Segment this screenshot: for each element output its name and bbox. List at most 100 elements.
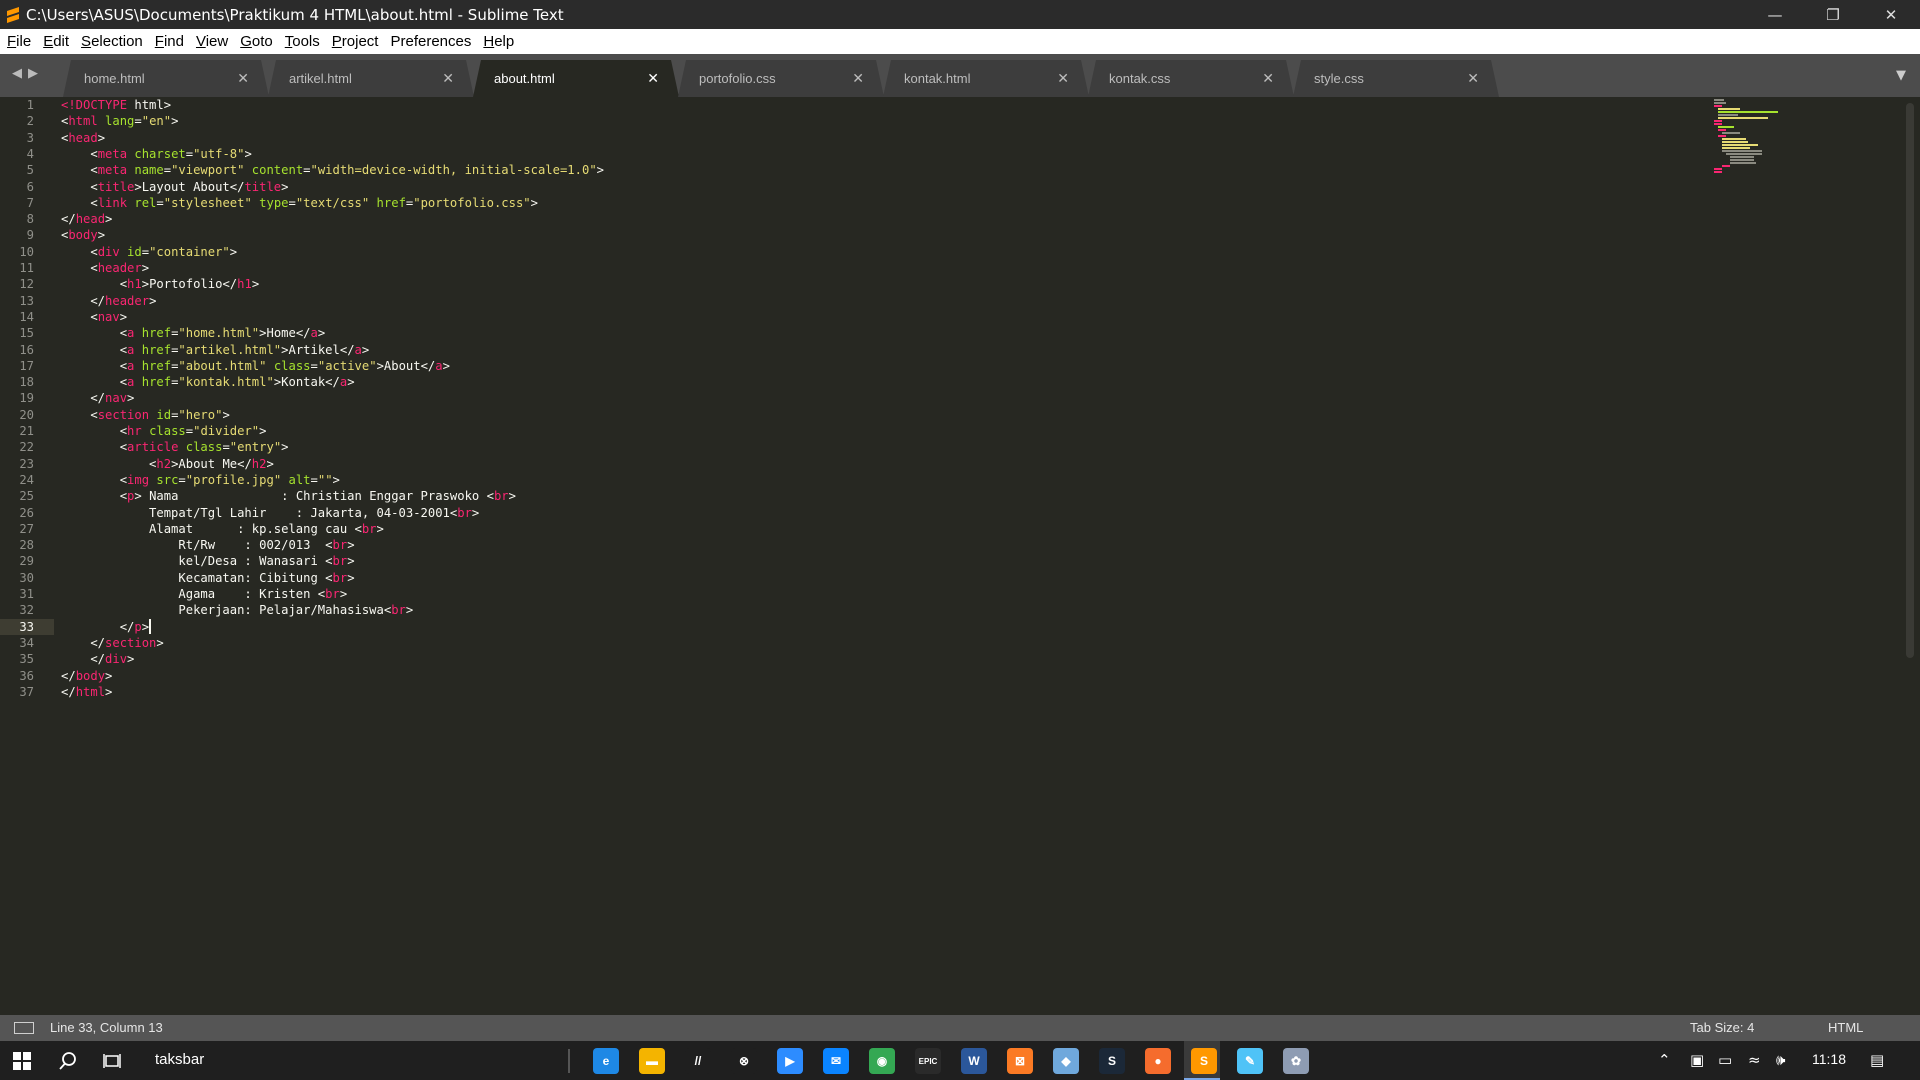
code-line[interactable]: Tempat/Tgl Lahir : Jakarta, 04-03-2001<b… bbox=[61, 505, 479, 521]
code-line[interactable]: </head> bbox=[61, 211, 112, 227]
menu-project[interactable]: Project bbox=[327, 33, 386, 50]
tab-nav-arrows-icon[interactable]: ◀▶ bbox=[12, 66, 44, 81]
close-tab-icon[interactable]: ✕ bbox=[852, 70, 864, 87]
task-view-icon[interactable] bbox=[92, 1041, 132, 1080]
zoom-icon[interactable]: ▶ bbox=[777, 1048, 803, 1074]
code-line[interactable]: Pekerjaan: Pelajar/Mahasiswa<br> bbox=[61, 602, 413, 618]
search-icon[interactable] bbox=[48, 1041, 88, 1080]
pen-app-icon[interactable]: // bbox=[685, 1048, 711, 1074]
close-tab-icon[interactable]: ✕ bbox=[1262, 70, 1274, 87]
tab-style-css[interactable]: style.css ✕ bbox=[1293, 60, 1499, 97]
code-line[interactable]: <a href="artikel.html">Artikel</a> bbox=[61, 342, 370, 358]
code-line[interactable]: Agama : Kristen <br> bbox=[61, 586, 347, 602]
tab-size-selector[interactable]: Tab Size: 4 bbox=[1690, 1020, 1754, 1035]
menu-goto[interactable]: Goto bbox=[235, 33, 280, 50]
edge-icon[interactable]: e bbox=[593, 1048, 619, 1074]
code-line[interactable]: <meta charset="utf-8"> bbox=[61, 146, 251, 162]
sublime-text-icon[interactable]: S bbox=[1191, 1048, 1217, 1074]
code-line[interactable]: <a href="about.html" class="active">Abou… bbox=[61, 358, 450, 374]
code-line[interactable]: <h1>Portofolio</h1> bbox=[61, 276, 259, 292]
origin-icon[interactable]: ● bbox=[1145, 1048, 1171, 1074]
minimap[interactable] bbox=[1712, 97, 1912, 197]
epic-games-icon[interactable]: EPIC bbox=[915, 1048, 941, 1074]
code-line[interactable]: <nav> bbox=[61, 309, 127, 325]
code-line[interactable]: <head> bbox=[61, 130, 105, 146]
menu-tools[interactable]: Tools bbox=[280, 33, 327, 50]
code-line[interactable]: <h2>About Me</h2> bbox=[61, 456, 274, 472]
syntax-selector[interactable]: HTML bbox=[1828, 1020, 1863, 1035]
code-line[interactable]: <section id="hero"> bbox=[61, 407, 229, 423]
code-line[interactable]: </section> bbox=[61, 635, 163, 651]
menu-file[interactable]: File bbox=[2, 33, 38, 50]
code-line[interactable]: </body> bbox=[61, 668, 112, 684]
tab-kontak-html[interactable]: kontak.html ✕ bbox=[883, 60, 1089, 97]
restore-button[interactable]: ❐ bbox=[1804, 0, 1862, 29]
close-tab-icon[interactable]: ✕ bbox=[237, 70, 249, 87]
code-line[interactable]: </header> bbox=[61, 293, 156, 309]
tab-list-dropdown-icon[interactable]: ▼ bbox=[1896, 68, 1906, 83]
code-line[interactable]: <link rel="stylesheet" type="text/css" h… bbox=[61, 195, 538, 211]
code-line[interactable]: </nav> bbox=[61, 390, 134, 406]
code-line[interactable]: <p> Nama : Christian Enggar Praswoko <br… bbox=[61, 488, 516, 504]
notepad-icon[interactable]: ✎ bbox=[1237, 1048, 1263, 1074]
code-line[interactable]: </html> bbox=[61, 684, 112, 700]
code-line[interactable]: Kecamatan: Cibitung <br> bbox=[61, 570, 354, 586]
menu-view[interactable]: View bbox=[191, 33, 235, 50]
menu-preferences[interactable]: Preferences bbox=[385, 33, 478, 50]
steam-icon[interactable]: S bbox=[1099, 1048, 1125, 1074]
virtualbox-icon[interactable]: ◆ bbox=[1053, 1048, 1079, 1074]
code-line[interactable]: <a href="kontak.html">Kontak</a> bbox=[61, 374, 355, 390]
wifi-icon[interactable]: ≈ bbox=[1748, 1051, 1761, 1069]
vertical-scrollbar[interactable] bbox=[1906, 103, 1914, 658]
code-line[interactable]: Alamat : kp.selang cau <br> bbox=[61, 521, 384, 537]
start-button[interactable] bbox=[0, 1041, 44, 1080]
notifications-icon[interactable]: ▤ bbox=[1870, 1051, 1884, 1069]
menu-find[interactable]: Find bbox=[150, 33, 191, 50]
code-line[interactable]: <article class="entry"> bbox=[61, 439, 289, 455]
code-line[interactable]: <a href="home.html">Home</a> bbox=[61, 325, 326, 341]
code-line[interactable]: <meta name="viewport" content="width=dev… bbox=[61, 162, 604, 178]
code-line[interactable]: <div id="container"> bbox=[61, 244, 237, 260]
menu-edit[interactable]: Edit bbox=[38, 33, 76, 50]
xbox-icon[interactable]: ⊗ bbox=[731, 1048, 757, 1074]
code-line[interactable]: <html lang="en"> bbox=[61, 113, 178, 129]
paint-icon[interactable]: ✿ bbox=[1283, 1048, 1309, 1074]
tab-kontak-css[interactable]: kontak.css ✕ bbox=[1088, 60, 1294, 97]
volume-icon[interactable]: 🕪 bbox=[1776, 1051, 1785, 1069]
menu-selection[interactable]: Selection bbox=[76, 33, 150, 50]
mail-icon[interactable]: ✉ bbox=[823, 1048, 849, 1074]
tab-about-html[interactable]: about.html ✕ bbox=[473, 60, 679, 97]
code-line[interactable]: <header> bbox=[61, 260, 149, 276]
tab-label: home.html bbox=[84, 71, 145, 86]
code-line[interactable]: <title>Layout About</title> bbox=[61, 179, 288, 195]
close-tab-icon[interactable]: ✕ bbox=[1057, 70, 1069, 87]
code-line[interactable]: <img src="profile.jpg" alt=""> bbox=[61, 472, 340, 488]
code-line[interactable]: kel/Desa : Wanasari <br> bbox=[61, 553, 354, 569]
battery-icon[interactable]: ▭ bbox=[1718, 1051, 1732, 1069]
close-tab-icon[interactable]: ✕ bbox=[647, 70, 659, 87]
file-explorer-icon[interactable]: ▬ bbox=[639, 1048, 665, 1074]
word-icon[interactable]: W bbox=[961, 1048, 987, 1074]
tab-artikel-html[interactable]: artikel.html ✕ bbox=[268, 60, 474, 97]
chevron-up-icon[interactable]: ⌃ bbox=[1658, 1051, 1671, 1069]
tab-home-html[interactable]: home.html ✕ bbox=[63, 60, 269, 97]
close-tab-icon[interactable]: ✕ bbox=[1467, 70, 1479, 87]
close-button[interactable]: ✕ bbox=[1862, 0, 1920, 29]
code-line[interactable]: Rt/Rw : 002/013 <br> bbox=[61, 537, 354, 553]
meet-now-icon[interactable]: ▣ bbox=[1690, 1051, 1704, 1069]
chrome-icon[interactable]: ◉ bbox=[869, 1048, 895, 1074]
taskbar-clock[interactable]: 11:18 bbox=[1812, 1051, 1846, 1067]
code-editor[interactable]: 1 2 3 4 5 6 7 8 9 10 11 12 13 14 15 16 17 18 19 20 21 22 23 24 2… bbox=[0, 97, 1920, 1015]
panel-toggle-icon[interactable] bbox=[14, 1022, 34, 1034]
code-line[interactable]: <body> bbox=[61, 227, 105, 243]
minimize-button[interactable]: — bbox=[1746, 0, 1804, 29]
xampp-icon[interactable]: ⊠ bbox=[1007, 1048, 1033, 1074]
code-line[interactable]: <!DOCTYPE html> bbox=[61, 97, 171, 113]
tab-portofolio-css[interactable]: portofolio.css ✕ bbox=[678, 60, 884, 97]
taskbar-search-box[interactable]: taksbar bbox=[155, 1051, 204, 1068]
code-line[interactable]: </div> bbox=[61, 651, 134, 667]
menu-help[interactable]: Help bbox=[478, 33, 521, 50]
code-line[interactable]: <hr class="divider"> bbox=[61, 423, 267, 439]
code-line[interactable]: </p> bbox=[61, 618, 152, 635]
close-tab-icon[interactable]: ✕ bbox=[442, 70, 454, 87]
